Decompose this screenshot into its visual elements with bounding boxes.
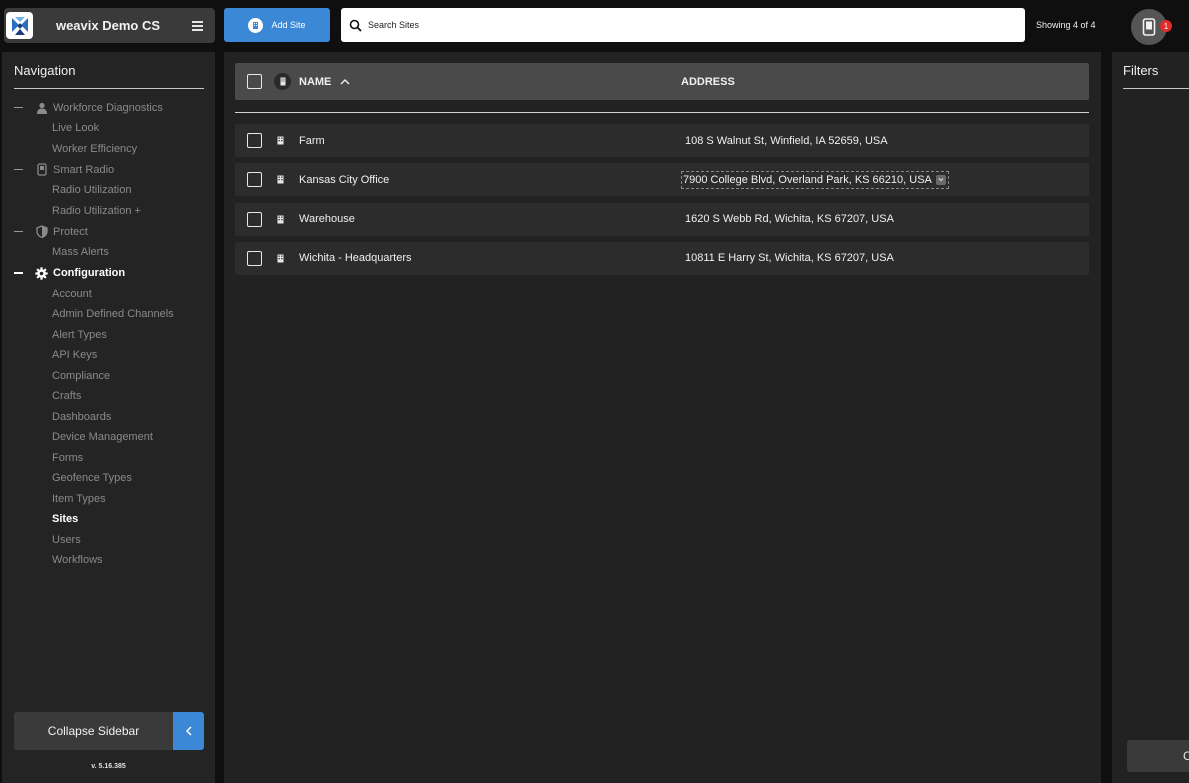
nav-group-protect[interactable]: Protect [2,221,215,242]
divider [14,88,204,89]
sort-ascending-icon[interactable] [339,76,351,88]
nav-group-smart-radio[interactable]: Smart Radio [2,159,215,180]
table-row[interactable]: Wichita - Headquarters 10811 E Harry St,… [235,241,1089,275]
app-version: v. 5.16.385 [91,763,126,770]
table-header: NAME ADDRESS [235,63,1089,100]
add-site-button[interactable]: Add Site [224,8,330,42]
nav-list: Workforce Diagnostics Live Look Worker E… [2,97,215,571]
nav-item-live-look[interactable]: Live Look [2,118,215,139]
main-panel: NAME ADDRESS Farm 108 S Walnut St, Winfi… [224,52,1101,783]
row-checkbox[interactable] [247,250,262,266]
collapse-dash-icon [14,230,23,233]
notification-badge: 1 [1160,20,1172,32]
site-address: 7900 College Blvd, Overland Park, KS 662… [683,173,932,186]
nav-item-account[interactable]: Account [2,284,215,305]
row-checkbox[interactable] [247,172,262,188]
column-header-address[interactable]: ADDRESS [681,76,735,88]
nav-item-alert-types[interactable]: Alert Types [2,325,215,346]
site-address: 10811 E Harry St, Wichita, KS 67207, USA [685,252,894,265]
search-input[interactable] [368,20,1025,30]
search-icon [349,19,362,32]
nav-item-admin-defined-channels[interactable]: Admin Defined Channels [2,304,215,325]
divider [235,112,1089,113]
building-icon [275,136,285,146]
nav-item-worker-efficiency[interactable]: Worker Efficiency [2,139,215,160]
building-icon [275,214,285,224]
sidebar: Navigation Workforce Diagnostics Live Lo… [2,52,215,783]
copy-icon[interactable] [935,174,946,185]
nav-item-workflows[interactable]: Workflows [2,550,215,571]
collapse-dash-icon [14,272,23,274]
nav-item-crafts[interactable]: Crafts [2,386,215,407]
building-icon [248,17,264,33]
nav-group-label: Smart Radio [53,163,115,176]
building-icon [275,253,285,263]
nav-group-label: Configuration [53,267,126,279]
nav-item-radio-utilization[interactable]: Radio Utilization [2,180,215,201]
building-icon [275,175,285,185]
site-name: Farm [299,134,325,147]
building-icon [274,73,291,90]
brand-bar: weavix Demo CS [4,8,215,43]
site-name: Warehouse [299,213,355,226]
nav-item-users[interactable]: Users [2,530,215,551]
phone-icon [1142,18,1156,36]
nav-title: Navigation [14,63,76,78]
collapse-sidebar-button[interactable]: Collapse Sidebar [14,712,173,750]
divider [1123,88,1189,89]
nav-item-item-types[interactable]: Item Types [2,489,215,510]
nav-item-forms[interactable]: Forms [2,448,215,469]
nav-item-api-keys[interactable]: API Keys [2,345,215,366]
nav-item-radio-utilization-plus[interactable]: Radio Utilization + [2,201,215,222]
search-bar[interactable] [341,8,1025,42]
table-row[interactable]: Farm 108 S Walnut St, Winfield, IA 52659… [235,124,1089,157]
menu-icon[interactable] [183,20,211,31]
filters-clear-button[interactable]: C [1127,740,1189,772]
radio-icon [35,163,48,176]
nav-item-compliance[interactable]: Compliance [2,366,215,387]
nav-group-configuration[interactable]: Configuration [2,263,215,284]
table-row[interactable]: Warehouse 1620 S Webb Rd, Wichita, KS 67… [235,202,1089,236]
result-count: Showing 4 of 4 [1036,20,1096,30]
nav-item-geofence-types[interactable]: Geofence Types [2,468,215,489]
nav-item-dashboards[interactable]: Dashboards [2,407,215,428]
org-name: weavix Demo CS [55,18,161,33]
site-address: 108 S Walnut St, Winfield, IA 52659, USA [685,134,888,147]
collapse-sidebar: Collapse Sidebar [14,712,204,750]
row-checkbox[interactable] [247,211,262,227]
collapse-dash-icon [14,168,23,171]
nav-item-mass-alerts[interactable]: Mass Alerts [2,242,215,263]
table-row[interactable]: Kansas City Office 7900 College Blvd, Ov… [235,163,1089,197]
site-name: Wichita - Headquarters [299,252,412,265]
add-site-label: Add Site [271,20,306,30]
site-name: Kansas City Office [299,173,390,186]
table-body: Farm 108 S Walnut St, Winfield, IA 52659… [235,124,1089,281]
weavix-logo-icon [6,12,33,39]
nav-group-label: Protect [53,225,88,238]
collapse-dash-icon [14,106,23,109]
row-checkbox[interactable] [247,133,262,148]
filters-panel: Filters C [1112,52,1189,783]
gear-icon [35,266,48,280]
nav-group-workforce-diagnostics[interactable]: Workforce Diagnostics [2,97,215,118]
chevron-left-icon [185,726,192,736]
filters-title: Filters [1123,63,1159,78]
nav-group-label: Workforce Diagnostics [53,101,163,114]
collapse-sidebar-toggle[interactable] [173,712,204,750]
site-address-cell[interactable]: 7900 College Blvd, Overland Park, KS 662… [681,170,949,189]
nav-item-sites[interactable]: Sites [2,509,215,530]
site-address: 1620 S Webb Rd, Wichita, KS 67207, USA [685,213,894,226]
column-header-name[interactable]: NAME [299,76,331,88]
shield-icon [35,225,48,238]
select-all-checkbox[interactable] [247,74,262,89]
nav-item-device-management[interactable]: Device Management [2,427,215,448]
person-icon [35,101,48,114]
